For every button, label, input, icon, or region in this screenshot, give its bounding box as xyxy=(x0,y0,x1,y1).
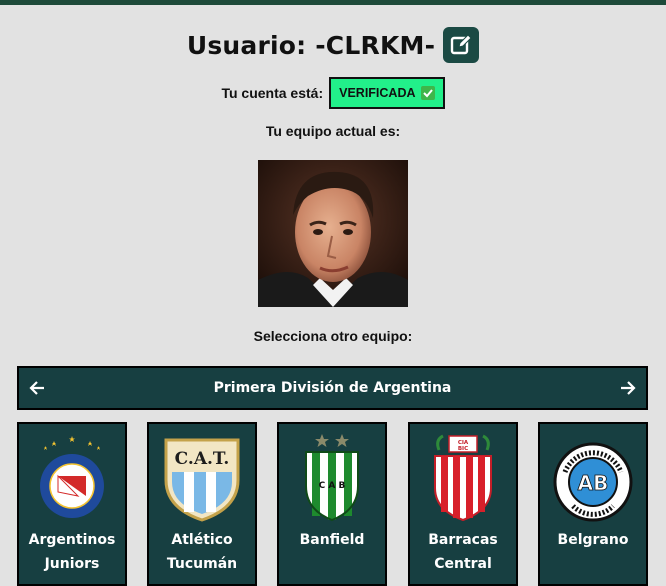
svg-text:C A B: C A B xyxy=(319,481,346,491)
league-selector: Primera División de Argentina xyxy=(17,366,648,410)
banfield-crest: C A B xyxy=(305,434,359,522)
barracas-central-crest: CIA BIC xyxy=(434,434,492,522)
check-icon xyxy=(420,86,435,100)
edit-username-button[interactable] xyxy=(443,27,480,63)
header: Usuario: -CLRKM- xyxy=(0,27,666,63)
team-card-banfield[interactable]: C A B Banfield xyxy=(277,422,387,586)
atletico-tucuman-crest: C.A.T. xyxy=(164,438,240,522)
verified-text: VERIFICADA xyxy=(339,86,416,100)
team-name: Banfield xyxy=(299,532,365,548)
page-title: Usuario: -CLRKM- xyxy=(186,30,436,60)
top-bar xyxy=(0,0,666,5)
team-name: Atlético Tucumán xyxy=(166,532,238,572)
svg-text:BIC: BIC xyxy=(458,446,468,452)
account-status: Tu cuenta está: VERIFICADA xyxy=(0,77,666,109)
edit-icon xyxy=(450,34,472,55)
status-label: Tu cuenta está: xyxy=(221,85,324,101)
team-name: Barracas Central xyxy=(428,532,498,572)
arrow-left-icon xyxy=(29,381,44,395)
prev-league-button[interactable] xyxy=(19,368,55,408)
arrow-right-icon xyxy=(620,381,636,395)
svg-text:C.A.T.: C.A.T. xyxy=(175,449,230,469)
current-team-label: Tu equipo actual es: xyxy=(265,123,401,139)
select-team-label: Selecciona otro equipo: xyxy=(253,328,413,344)
team-card-barracas-central[interactable]: CIA BIC Barracas Central xyxy=(408,422,518,586)
team-card-atletico-tucuman[interactable]: C.A.T. Atlético Tucumán xyxy=(147,422,257,586)
team-name: Belgrano xyxy=(557,532,629,548)
belgrano-crest: AB xyxy=(553,442,633,522)
team-name: Argentinos Juniors xyxy=(28,532,116,572)
svg-text:AB: AB xyxy=(578,471,609,495)
verified-badge: VERIFICADA xyxy=(329,77,445,109)
team-card-belgrano[interactable]: AB Belgrano xyxy=(538,422,648,586)
next-league-button[interactable] xyxy=(610,368,646,408)
argentinos-juniors-crest xyxy=(40,436,104,518)
league-name: Primera División de Argentina xyxy=(213,380,452,396)
current-team-image xyxy=(258,160,408,307)
team-card-argentinos-juniors[interactable]: Argentinos Juniors xyxy=(17,422,127,586)
